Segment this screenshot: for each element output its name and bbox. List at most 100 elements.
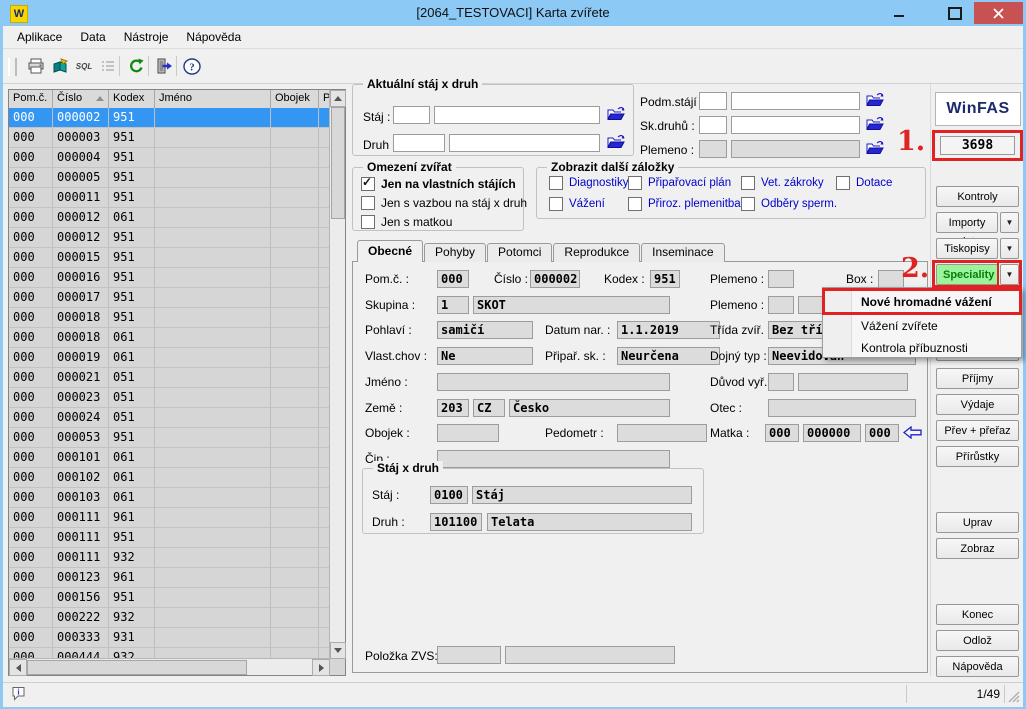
checkbox-item[interactable]: Přiroz. plemenitba xyxy=(628,197,741,211)
menu-item-3[interactable]: Kontrola příbuznosti xyxy=(823,337,1021,359)
tab-potomci[interactable]: Potomci xyxy=(487,243,552,262)
menu-item-2[interactable]: Vážení zvířete xyxy=(823,315,1021,337)
table-row[interactable]: 000000002951 xyxy=(9,108,330,128)
minimize-button[interactable] xyxy=(884,2,914,24)
table-row[interactable]: 000000015951 xyxy=(9,248,330,268)
cip-field[interactable] xyxy=(437,450,670,468)
table-row[interactable]: 000000021051 xyxy=(9,368,330,388)
polozka-zvs-field-1[interactable] xyxy=(437,646,501,664)
importy-dat-dropdown-button[interactable]: ▼ xyxy=(1000,212,1019,233)
cislo-field[interactable]: 000002 xyxy=(530,270,580,288)
table-row[interactable]: 000000011951 xyxy=(9,188,330,208)
sk-druhu-code-input[interactable] xyxy=(699,116,727,134)
odlo--button[interactable]: Odlož xyxy=(936,630,1019,651)
menu-napoveda[interactable]: Nápověda xyxy=(177,27,250,47)
tiskopisy-button[interactable]: Tiskopisy xyxy=(936,238,998,259)
open-data-button[interactable] xyxy=(50,56,70,76)
refresh-button[interactable] xyxy=(126,56,146,76)
checkbox-item[interactable]: Vet. zákroky xyxy=(741,176,824,190)
checkbox-icon[interactable] xyxy=(549,176,563,190)
konec-button[interactable]: Konec xyxy=(936,604,1019,625)
checkbox-item[interactable]: Diagnostiky xyxy=(549,176,628,190)
podm-staji-code-input[interactable] xyxy=(699,92,727,110)
scroll-up-button[interactable] xyxy=(330,90,346,107)
column-header-2[interactable]: Číslo xyxy=(53,90,109,108)
checkbox-icon[interactable] xyxy=(549,197,563,211)
tab-pohyby[interactable]: Pohyby xyxy=(424,243,486,262)
table-row[interactable]: 000000101061 xyxy=(9,448,330,468)
polozka-zvs-field-2[interactable] xyxy=(505,646,675,664)
plemeno2-field-1[interactable] xyxy=(768,296,794,314)
datum-nar-field[interactable]: 1.1.2019 xyxy=(617,321,720,339)
n-pov-da-button[interactable]: Nápověda xyxy=(936,656,1019,677)
checkbox-icon[interactable] xyxy=(741,197,755,211)
sql-button[interactable]: SQL xyxy=(74,56,94,76)
duvod-vyr-field-1[interactable] xyxy=(768,373,794,391)
group-druh-code-field[interactable]: 101100 xyxy=(430,513,482,531)
tiskopisy-dropdown-button[interactable]: ▼ xyxy=(1000,238,1019,259)
pomc-field[interactable]: 000 xyxy=(437,270,469,288)
zeme-iso-field[interactable]: CZ xyxy=(473,399,505,417)
skupina-code-field[interactable]: 1 xyxy=(437,296,469,314)
druh-lookup-folder-icon[interactable] xyxy=(607,134,625,149)
scroll-right-button[interactable] xyxy=(312,659,330,676)
table-row[interactable]: 000000024051 xyxy=(9,408,330,428)
table-row[interactable]: 000000333931 xyxy=(9,628,330,648)
table-row[interactable]: 000000012951 xyxy=(9,228,330,248)
vlast-chov-field[interactable]: Ne xyxy=(437,347,533,365)
goto-mother-arrow-icon[interactable] xyxy=(903,426,922,442)
table-row[interactable]: 000000111932 xyxy=(9,548,330,568)
otec-field[interactable] xyxy=(768,399,916,417)
kodex-field[interactable]: 951 xyxy=(650,270,680,288)
maximize-button[interactable] xyxy=(940,2,970,24)
menu-aplikace[interactable]: Aplikace xyxy=(8,27,71,47)
p-jmy-button[interactable]: Příjmy xyxy=(936,368,1019,389)
table-row[interactable]: 000000111961 xyxy=(9,508,330,528)
sk-druhu-folder-icon[interactable] xyxy=(866,116,884,131)
tab-obecné[interactable]: Obecné xyxy=(357,240,423,262)
table-row[interactable]: 000000004951 xyxy=(9,148,330,168)
checkbox-item[interactable]: Jen s matkou xyxy=(361,215,452,229)
staj-lookup-folder-icon[interactable] xyxy=(607,106,625,121)
importy-dat-button[interactable]: Importy dat xyxy=(936,212,998,233)
horizontal-scroll-thumb[interactable] xyxy=(27,660,247,675)
plemeno1-field[interactable] xyxy=(768,270,794,288)
kontroly-button[interactable]: Kontroly xyxy=(936,186,1019,207)
checkbox-icon[interactable] xyxy=(361,215,375,229)
table-row[interactable]: 000000053951 xyxy=(9,428,330,448)
obojek-field[interactable] xyxy=(437,424,499,442)
table-row[interactable]: 000000018061 xyxy=(9,328,330,348)
scroll-left-button[interactable] xyxy=(9,659,27,676)
vertical-scroll-thumb[interactable] xyxy=(331,107,345,219)
table-row[interactable]: 000000017951 xyxy=(9,288,330,308)
checkbox-item[interactable]: Připařovací plán xyxy=(628,176,731,190)
checkbox-checked-icon[interactable] xyxy=(361,177,375,191)
pohlavi-field[interactable]: samičí xyxy=(437,321,533,339)
group-staj-code-field[interactable]: 0100 xyxy=(430,486,468,504)
matka-field-2[interactable]: 000000 xyxy=(803,424,861,442)
checkbox-item[interactable]: Vážení xyxy=(549,197,605,211)
tab-inseminace[interactable]: Inseminace xyxy=(641,243,724,262)
column-header-4[interactable]: Jméno xyxy=(155,90,271,108)
matka-field-3[interactable]: 000 xyxy=(865,424,899,442)
zeme-code-field[interactable]: 203 xyxy=(437,399,469,417)
menu-item-1[interactable]: Nové hromadné vážení xyxy=(823,291,1021,313)
print-button[interactable] xyxy=(26,56,46,76)
plemeno-filter-name-input[interactable] xyxy=(731,140,860,158)
pedometr-field[interactable] xyxy=(617,424,707,442)
checkbox-icon[interactable] xyxy=(836,176,850,190)
table-row[interactable]: 000000016951 xyxy=(9,268,330,288)
p-ev-p-e-az-button[interactable]: Přev + přeřaz xyxy=(936,420,1019,441)
close-button[interactable] xyxy=(974,2,1023,24)
table-row[interactable]: 000000003951 xyxy=(9,128,330,148)
table-row[interactable]: 000000012061 xyxy=(9,208,330,228)
column-header-5[interactable]: Obojek xyxy=(271,90,319,108)
podm-staji-name-input[interactable] xyxy=(731,92,860,110)
horizontal-scrollbar[interactable] xyxy=(9,658,330,675)
jmeno-field[interactable] xyxy=(437,373,670,391)
table-row[interactable]: 000000444932 xyxy=(9,648,330,658)
table-row[interactable]: 000000018951 xyxy=(9,308,330,328)
zobraz-button[interactable]: Zobraz xyxy=(936,538,1019,559)
table-row[interactable]: 000000111951 xyxy=(9,528,330,548)
checkbox-item[interactable]: Odběry sperm. xyxy=(741,197,837,211)
